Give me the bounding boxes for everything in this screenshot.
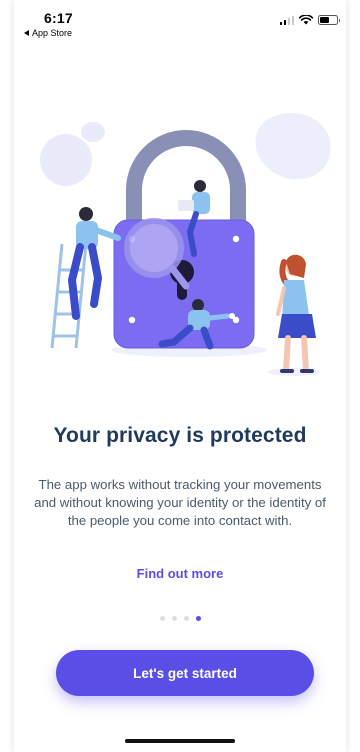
battery-icon <box>318 15 340 25</box>
wifi-icon <box>299 15 313 25</box>
padlock-illustration <box>40 112 331 376</box>
status-time: 6:17 <box>44 10 73 26</box>
find-out-more-link[interactable]: Find out more <box>14 566 346 581</box>
description-text: The app works without tracking your move… <box>34 477 326 528</box>
status-icons <box>279 15 340 25</box>
screen: 6:17 App Store Your privacy is protected… <box>0 0 360 752</box>
signal-icon <box>279 15 294 25</box>
page-title: Your privacy is protected <box>53 424 307 447</box>
page-dot-3[interactable] <box>184 616 189 621</box>
home-indicator[interactable] <box>125 739 235 743</box>
back-arrow-icon <box>24 30 29 36</box>
get-started-button[interactable]: Let's get started <box>56 650 314 696</box>
page-dot-1[interactable] <box>160 616 165 621</box>
back-label: App Store <box>32 28 73 38</box>
back-to-app-store[interactable]: App Store <box>24 28 72 38</box>
page-dot-4-active[interactable] <box>196 616 201 621</box>
page-indicator <box>160 616 201 621</box>
page-dot-2[interactable] <box>172 616 177 621</box>
